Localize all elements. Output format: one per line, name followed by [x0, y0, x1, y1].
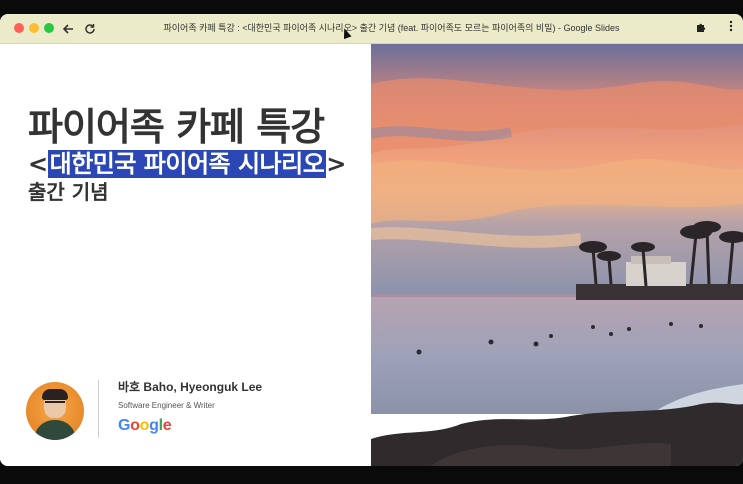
browser-window: 파이어족 카페 특강 : <대한민국 파이어족 시나리오> 출간 기념 (fea… [0, 14, 743, 466]
subtitle-close-bracket: > [326, 150, 346, 178]
author-role: Software Engineer & Writer [118, 401, 215, 410]
puzzle-icon[interactable] [695, 21, 707, 36]
divider [98, 380, 99, 438]
slide-subtitle: <대한민국 파이어족 시나리오> [28, 144, 346, 179]
title-bar: 파이어족 카페 특강 : <대한민국 파이어족 시나리오> 출간 기념 (fea… [0, 14, 743, 44]
arrow-left-icon[interactable] [58, 19, 78, 39]
window-title: 파이어족 카페 특강 : <대한민국 파이어족 시나리오> 출간 기념 (fea… [163, 23, 620, 33]
slide-subtitle-line2: 출간 기념 [28, 180, 109, 204]
sunset-beach-photo [371, 44, 743, 466]
slide-canvas: 파이어족 카페 특강 <대한민국 파이어족 시나리오> 출간 기념 바호 Bah… [0, 44, 743, 466]
slide-text-panel: 파이어족 카페 특강 <대한민국 파이어족 시나리오> 출간 기념 바호 Bah… [0, 44, 371, 466]
subtitle-highlight: 대한민국 파이어족 시나리오 [47, 150, 327, 178]
reload-icon[interactable] [80, 19, 100, 39]
close-window-button[interactable] [14, 23, 24, 33]
minimize-window-button[interactable] [29, 23, 39, 33]
author-name: 바호 Baho, Hyeonguk Lee [118, 380, 263, 394]
slide-title: 파이어족 카페 특강 [28, 105, 325, 149]
more-vert-icon[interactable] [729, 20, 733, 36]
google-logo: Google [118, 417, 172, 434]
avatar [26, 382, 84, 440]
subtitle-open-bracket: < [28, 150, 48, 178]
screen-frame: 파이어족 카페 특강 : <대한민국 파이어족 시나리오> 출간 기념 (fea… [0, 0, 743, 484]
maximize-window-button[interactable] [44, 23, 54, 33]
